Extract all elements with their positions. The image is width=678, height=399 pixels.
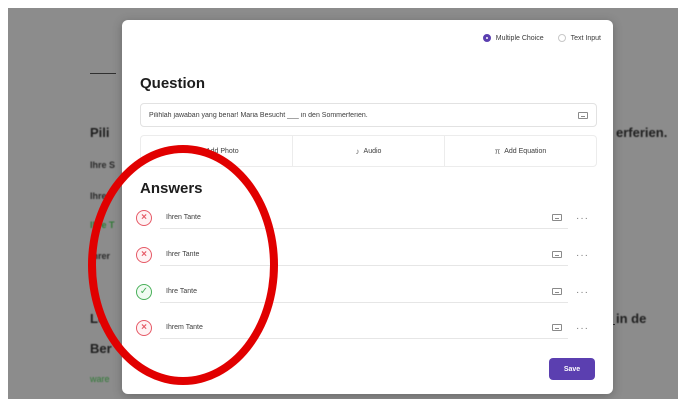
answer-input[interactable]: Ihre Tante xyxy=(160,281,568,303)
answer-text: Ihren Tante xyxy=(166,214,201,221)
background-option: Ihre xyxy=(90,191,107,201)
question-text: Pilihlah jawaban yang benar! Maria Besuc… xyxy=(149,111,368,119)
multiple-choice-option[interactable]: Multiple Choice xyxy=(482,34,544,42)
keyboard-icon[interactable] xyxy=(552,324,562,331)
answer-text: Ihrem Tante xyxy=(166,324,203,331)
question-type-switch: Multiple Choice Text Input xyxy=(482,34,601,42)
keyboard-icon[interactable] xyxy=(552,288,562,295)
keyboard-icon[interactable] xyxy=(552,214,562,221)
answers-heading: Answers xyxy=(140,180,203,197)
photo-icon: ▭ xyxy=(194,146,202,156)
keyboard-icon[interactable] xyxy=(578,111,588,119)
media-toolbar: ▭ Add Photo ♪ Audio π Add Equation xyxy=(140,135,597,167)
more-options-icon[interactable]: ··· xyxy=(576,250,589,261)
answer-row: ✓ Ihre Tante ··· xyxy=(136,280,606,304)
question-input[interactable]: Pilihlah jawaban yang benar! Maria Besuc… xyxy=(140,103,597,127)
background-answer: ware xyxy=(90,374,110,384)
answer-input[interactable]: Ihren Tante xyxy=(160,207,568,229)
background-option: Ihrer xyxy=(90,251,111,261)
microphone-icon: ♪ xyxy=(355,146,360,156)
edit-question-modal: Multiple Choice Text Input Question Pili… xyxy=(122,20,613,394)
keyboard-icon[interactable] xyxy=(552,251,562,258)
text-input-option[interactable]: Text Input xyxy=(557,34,601,42)
question-heading: Question xyxy=(140,75,206,92)
audio-button[interactable]: ♪ Audio xyxy=(293,136,445,166)
answer-row: × Ihrem Tante ··· xyxy=(136,316,606,340)
more-options-icon[interactable]: ··· xyxy=(576,213,589,224)
background-question-fragment: Ber xyxy=(90,341,112,356)
add-equation-label: Add Equation xyxy=(504,147,547,155)
background-question-fragment: Pili xyxy=(90,125,110,140)
answer-text: Ihrer Tante xyxy=(166,251,200,258)
background-option: Ihre T xyxy=(90,220,115,230)
answer-row: × Ihren Tante ··· xyxy=(136,206,606,230)
audio-label: Audio xyxy=(363,147,382,155)
correct-toggle-icon[interactable]: ✓ xyxy=(136,284,152,300)
radio-selected-icon xyxy=(482,34,491,42)
more-options-icon[interactable]: ··· xyxy=(576,323,589,334)
multiple-choice-label: Multiple Choice xyxy=(495,34,544,42)
answer-row: × Ihrer Tante ··· xyxy=(136,243,606,267)
background-question-fragment: erferien. xyxy=(616,125,668,140)
save-button[interactable]: Save xyxy=(549,358,595,380)
incorrect-toggle-icon[interactable]: × xyxy=(136,320,152,336)
background-question-fragment: Le xyxy=(90,311,106,326)
background-question-fragment: in de xyxy=(616,311,647,326)
background-blank-line xyxy=(90,73,116,74)
answer-text: Ihre Tante xyxy=(166,288,198,295)
add-photo-button[interactable]: ▭ Add Photo xyxy=(141,136,293,166)
radio-unselected-icon xyxy=(557,34,566,42)
answer-input[interactable]: Ihrem Tante xyxy=(160,317,568,339)
background-option: Ihre S xyxy=(90,160,116,170)
answer-input[interactable]: Ihrer Tante xyxy=(160,244,568,266)
more-options-icon[interactable]: ··· xyxy=(576,287,589,298)
incorrect-toggle-icon[interactable]: × xyxy=(136,210,152,226)
add-photo-label: Add Photo xyxy=(205,147,239,155)
incorrect-toggle-icon[interactable]: × xyxy=(136,247,152,263)
add-equation-button[interactable]: π Add Equation xyxy=(445,136,596,166)
text-input-label: Text Input xyxy=(570,34,601,42)
equation-icon: π xyxy=(494,146,501,156)
